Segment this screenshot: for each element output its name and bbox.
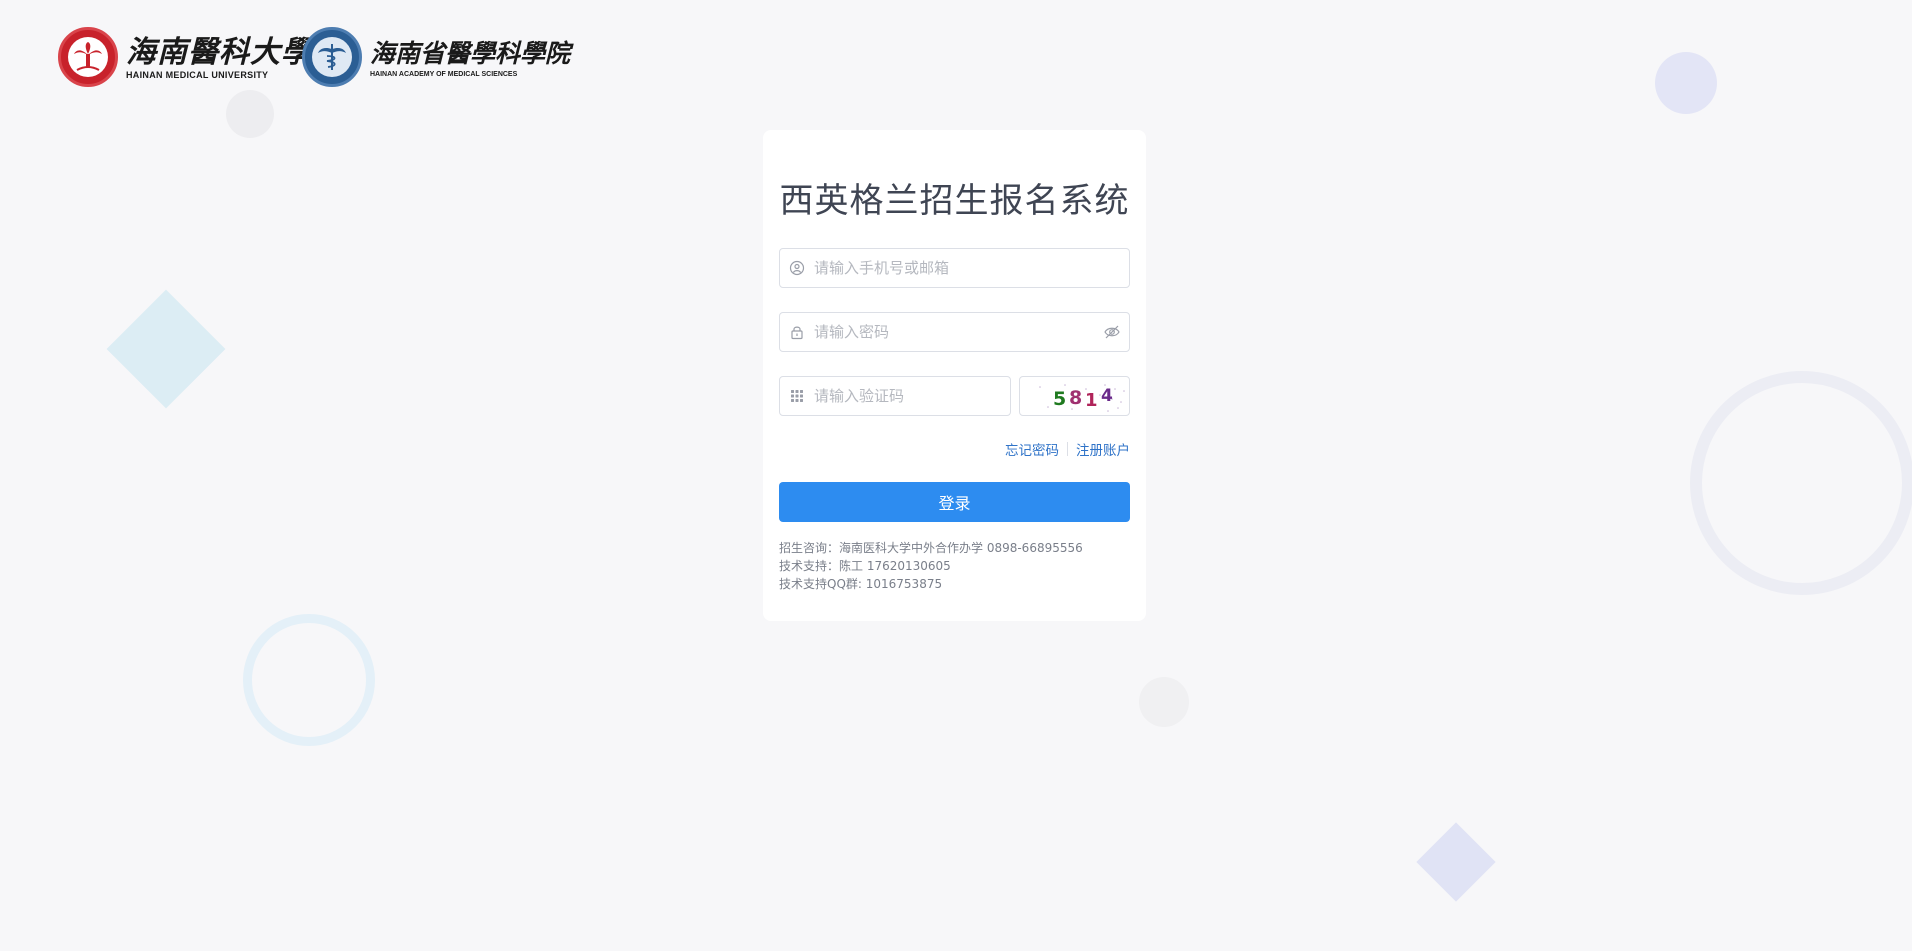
- eye-off-icon[interactable]: [1103, 323, 1121, 341]
- haoms-name-en: HAINAN ACADEMY OF MEDICAL SCIENCES: [370, 71, 518, 78]
- contact-info: 招生咨询：海南医科大学中外合作办学 0898-66895556 技术支持：陈工 …: [779, 539, 1130, 593]
- hmu-seal-icon: [58, 27, 118, 87]
- decorative-diamond: [1416, 822, 1496, 902]
- link-divider: [1067, 442, 1068, 456]
- haoms-name-cn: 海南省醫學科學院: [370, 39, 571, 68]
- admission-consultation-text: 招生咨询：海南医科大学中外合作办学 0898-66895556: [779, 541, 1083, 555]
- hainan-medical-university-logo: 海南醫科大學 HAINAN MEDICAL UNIVERSITY: [58, 27, 312, 87]
- captcha-row: 5 8 1 4: [779, 376, 1130, 416]
- user-circle-icon: [780, 249, 814, 287]
- hainan-academy-logo: 海南省醫學科學院 HAINAN ACADEMY OF MEDICAL SCIEN…: [302, 27, 570, 87]
- decorative-ring: [243, 614, 375, 746]
- captcha-field: [779, 376, 1011, 416]
- page-title: 西英格兰招生报名系统: [779, 181, 1130, 221]
- password-input[interactable]: [814, 314, 1129, 350]
- captcha-image[interactable]: 5 8 1 4: [1019, 376, 1130, 416]
- tech-support-text: 技术支持：陈工 17620130605: [779, 559, 951, 573]
- captcha-digit: 1: [1085, 390, 1098, 411]
- login-card: 西英格兰招生报名系统 请输入手机号或邮箱 请输入验证码 5 8 1 4 忘记密码…: [763, 130, 1146, 621]
- captcha-digit: 8: [1069, 387, 1082, 409]
- captcha-digit: 5: [1053, 388, 1066, 410]
- decorative-circle: [1655, 52, 1717, 114]
- register-link[interactable]: 注册账户: [1076, 439, 1130, 459]
- haoms-seal-icon: [302, 27, 362, 87]
- account-links: 忘记密码 注册账户: [779, 439, 1130, 459]
- captcha-input[interactable]: [814, 378, 1010, 414]
- decorative-circle: [226, 90, 274, 138]
- decorative-diamond: [106, 289, 226, 409]
- password-field: [779, 312, 1130, 352]
- lock-icon: [780, 313, 814, 351]
- login-button[interactable]: 登录: [779, 482, 1130, 522]
- decorative-ring: [1690, 371, 1912, 595]
- tech-support-qq-text: 技术支持QQ群: 1016753875: [779, 577, 943, 591]
- login-page: 海南醫科大學 HAINAN MEDICAL UNIVERSITY 海南省醫學科學…: [0, 0, 1912, 951]
- hmu-name-en: HAINAN MEDICAL UNIVERSITY: [126, 69, 269, 80]
- decorative-circle: [1139, 677, 1189, 727]
- captcha-digit: 4: [1101, 386, 1113, 406]
- hmu-name-cn: 海南醫科大學: [126, 34, 312, 70]
- grid-icon: [780, 377, 814, 415]
- phone-email-input[interactable]: [814, 250, 1129, 286]
- phone-email-field: [779, 248, 1130, 288]
- forgot-password-link[interactable]: 忘记密码: [1005, 439, 1059, 459]
